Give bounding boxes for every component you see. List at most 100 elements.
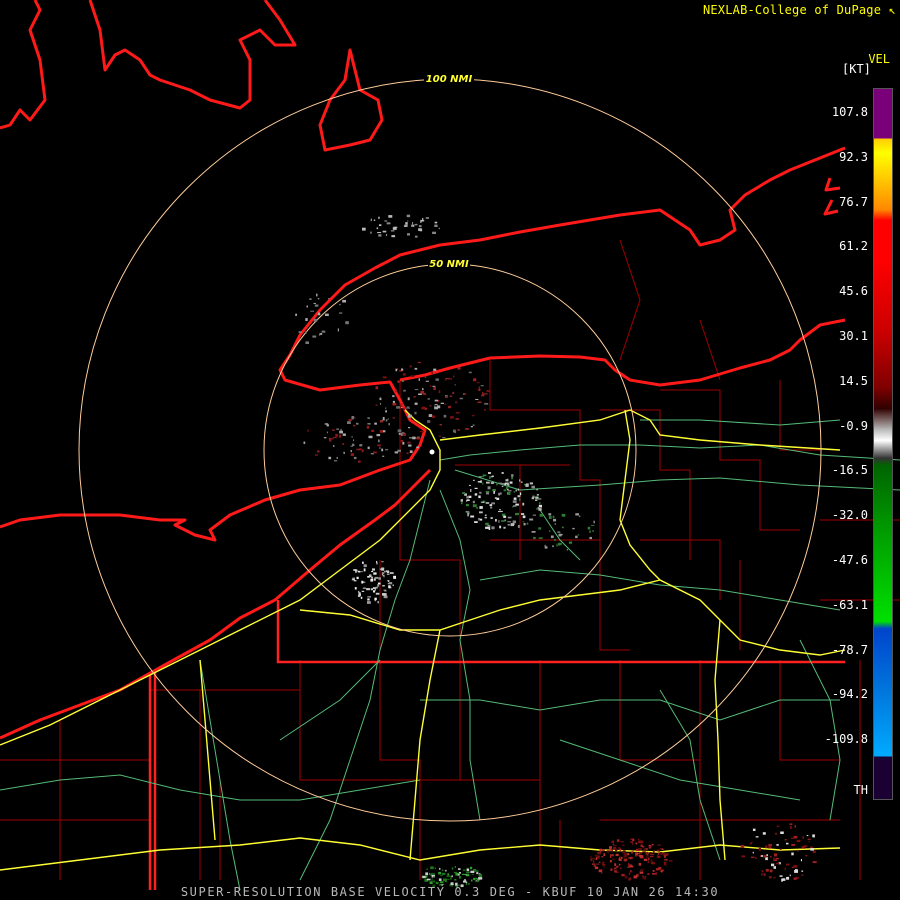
radar-echo-pixel	[642, 868, 644, 871]
radar-echo-pixel	[452, 429, 456, 433]
radar-echo-pixel	[643, 848, 645, 851]
radar-echo-pixel	[501, 472, 504, 474]
radar-echo-pixel	[414, 402, 418, 405]
radar-echo-pixel	[647, 873, 650, 875]
radar-echo-pixel	[348, 418, 353, 421]
radar-echo-pixel	[660, 870, 663, 873]
radar-echo-pixel	[395, 389, 398, 393]
radar-echo-pixel	[610, 856, 612, 858]
radar-echo-pixel	[652, 873, 656, 875]
radar-echo-pixel	[763, 855, 767, 858]
radar-echo-pixel	[391, 235, 396, 238]
radar-echo-pixel	[397, 429, 402, 433]
radar-echo-pixel	[499, 525, 502, 529]
radar-echo-pixel	[427, 398, 430, 400]
radar-echo-pixel	[453, 375, 455, 378]
radar-echo-pixel	[577, 534, 579, 536]
radar-echo-pixel	[409, 437, 413, 439]
radar-echo-pixel	[612, 858, 615, 860]
radar-echo-pixel	[403, 389, 406, 392]
radar-echo-pixel	[655, 872, 657, 875]
radar-echo-pixel	[405, 222, 408, 225]
radar-echo-pixel	[460, 499, 463, 502]
radar-echo-pixel	[758, 847, 761, 851]
radar-echo-pixel	[660, 852, 663, 855]
radar-echo-pixel	[377, 601, 379, 604]
velocity-tick-label: -63.1	[831, 597, 868, 612]
radar-echo-pixel	[362, 587, 366, 589]
radar-echo-pixel	[515, 513, 519, 516]
radar-echo-pixel	[568, 541, 573, 544]
radar-echo-pixel	[410, 375, 415, 378]
radar-echo-pixel	[603, 853, 606, 856]
nexlab-credit[interactable]: NEXLAB-College of DuPage ↖	[703, 3, 896, 17]
radar-echo-pixel	[786, 842, 789, 845]
radar-echo-pixel	[769, 869, 773, 873]
radar-echo-pixel	[374, 422, 377, 425]
radar-echo-pixel	[793, 865, 798, 868]
radar-echo-pixel	[426, 868, 428, 870]
radar-echo-pixel	[366, 588, 370, 591]
radar-echo-pixel	[510, 523, 514, 527]
radar-echo-pixel	[361, 449, 364, 453]
radar-echo-pixel	[455, 401, 458, 404]
radar-echo-pixel	[776, 844, 779, 846]
radar-echo-pixel	[616, 865, 619, 868]
radar-echo-pixel	[381, 568, 385, 571]
radar-echo-pixel	[486, 492, 489, 495]
radar-echo-pixel	[401, 380, 404, 382]
radar-echo-pixel	[412, 436, 416, 440]
radar-echo-pixel	[529, 518, 534, 521]
radar-echo-pixel	[478, 476, 482, 478]
radar-echo-pixel	[597, 851, 601, 855]
radar-echo-pixel	[457, 429, 460, 431]
radar-echo-pixel	[790, 837, 794, 839]
radar-echo-pixel	[379, 447, 381, 449]
radar-echo-pixel	[420, 219, 425, 222]
radar-echo-pixel	[484, 409, 486, 411]
radar-echo-pixel	[331, 438, 334, 440]
radar-echo-pixel	[752, 828, 756, 831]
radar-echo-pixel	[645, 848, 648, 850]
radar-echo-pixel	[427, 420, 431, 423]
radar-echo-pixel	[329, 439, 332, 442]
radar-echo-pixel	[445, 378, 450, 380]
radar-echo-pixel	[358, 590, 360, 594]
radar-echo-pixel	[517, 525, 520, 528]
radar-echo-pixel	[657, 853, 659, 855]
radar-echo-pixel	[507, 521, 512, 523]
radar-echo-pixel	[622, 850, 626, 853]
product-caption: SUPER-RESOLUTION BASE VELOCITY 0.3 DEG -…	[180, 885, 720, 899]
radar-echo-pixel	[466, 500, 468, 502]
radar-echo-pixel	[414, 367, 418, 370]
radar-echo-pixel	[429, 872, 431, 875]
radar-echo-pixel	[628, 863, 630, 865]
radar-echo-pixel	[432, 385, 436, 387]
radar-echo-pixel	[664, 858, 668, 861]
radar-echo-pixel	[357, 595, 361, 597]
radar-echo-pixel	[431, 415, 436, 418]
radar-echo-pixel	[420, 221, 422, 223]
radar-echo-pixel	[328, 298, 330, 300]
radar-echo-pixel	[793, 877, 797, 880]
radar-echo-pixel	[445, 869, 447, 872]
radar-echo-pixel	[645, 856, 650, 858]
radar-echo-pixel	[646, 851, 648, 854]
radar-echo-pixel	[399, 406, 402, 410]
radar-echo-pixel	[466, 873, 470, 877]
radar-echo-pixel	[761, 873, 763, 876]
radar-echo-pixel	[479, 511, 483, 514]
radar-echo-pixel	[470, 515, 475, 518]
radar-echo-pixel	[764, 845, 768, 849]
radar-echo-pixel	[406, 214, 411, 218]
radar-echo-pixel	[486, 481, 490, 484]
radar-echo-pixel	[367, 596, 371, 598]
radar-echo-pixel	[610, 868, 613, 871]
radar-echo-pixel	[387, 418, 389, 420]
radar-echo-pixel	[471, 873, 474, 876]
radar-echo-pixel	[575, 513, 579, 516]
radar-echo-pixel	[539, 513, 543, 517]
radar-echo-pixel	[633, 875, 638, 879]
radar-echo-pixel	[382, 593, 387, 596]
radar-echo-pixel	[421, 876, 423, 878]
